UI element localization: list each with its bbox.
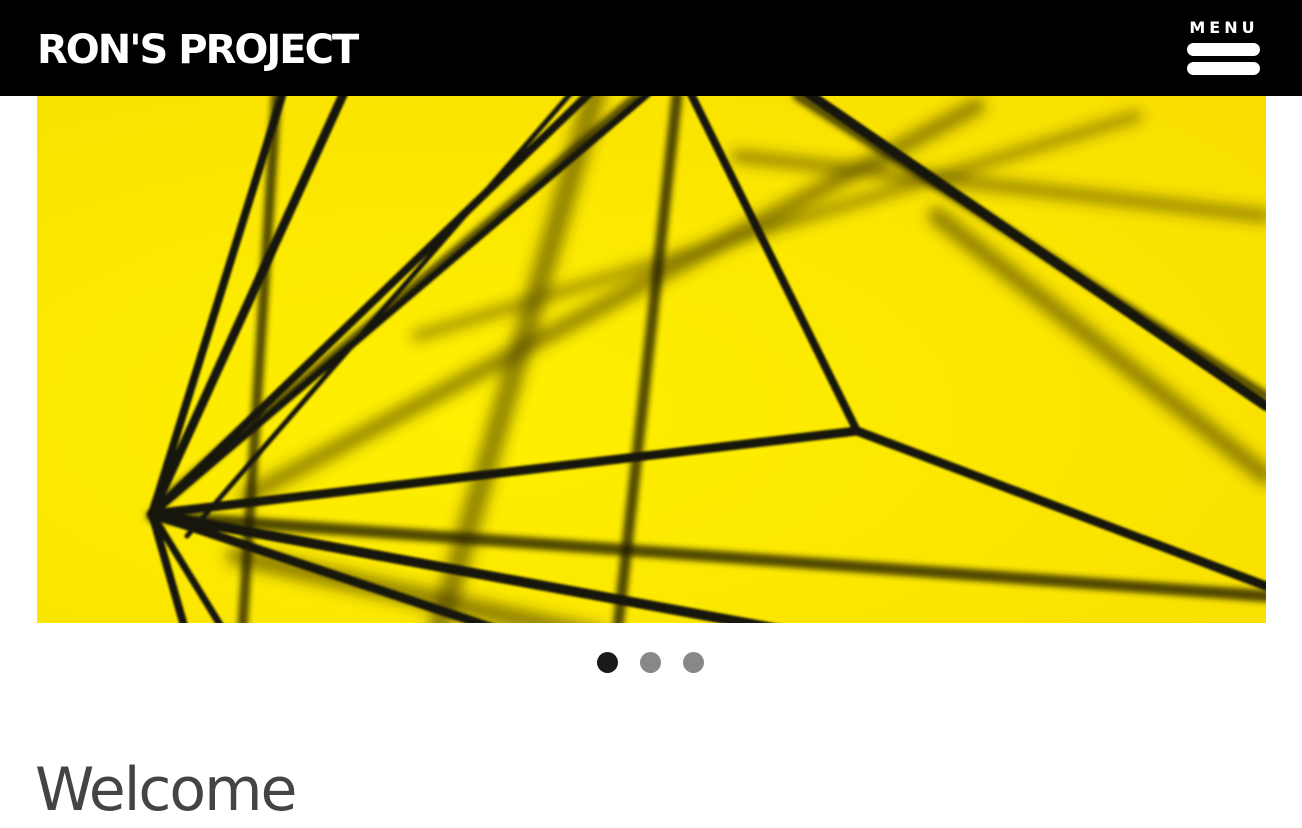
slide-dot-1-active[interactable] (597, 652, 618, 673)
hamburger-menu-icon-bar (1187, 62, 1260, 75)
menu-button[interactable]: MENU (1184, 16, 1264, 80)
hero-slider-image (37, 96, 1266, 623)
site-title[interactable]: RON'S PROJECT (37, 24, 359, 76)
menu-label: MENU (1189, 18, 1259, 37)
slide-dot-2[interactable] (640, 652, 661, 673)
page-heading: Welcome (35, 755, 297, 825)
slide-dot-3[interactable] (683, 652, 704, 673)
hamburger-menu-icon (1187, 43, 1260, 56)
slider-pagination (0, 652, 1302, 674)
site-header: RON'S PROJECT MENU (0, 0, 1302, 96)
wire-polyhedron-image (37, 96, 1266, 623)
